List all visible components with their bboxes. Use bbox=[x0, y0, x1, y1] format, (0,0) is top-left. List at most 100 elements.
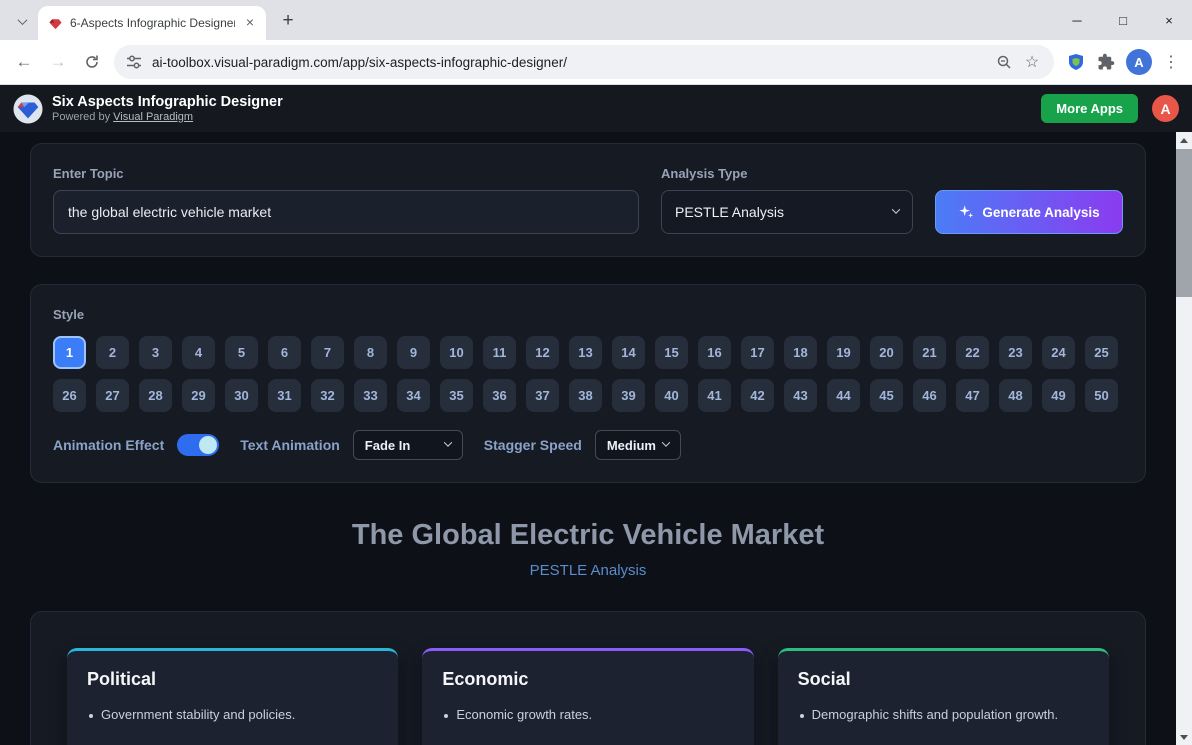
more-apps-button[interactable]: More Apps bbox=[1041, 94, 1138, 123]
new-tab-button[interactable]: + bbox=[274, 7, 302, 35]
style-option-11[interactable]: 11 bbox=[483, 336, 516, 369]
style-option-24[interactable]: 24 bbox=[1042, 336, 1075, 369]
style-option-47[interactable]: 47 bbox=[956, 379, 989, 412]
scrollbar[interactable] bbox=[1176, 132, 1192, 745]
aspect-item: Government stability and policies. bbox=[87, 707, 378, 722]
stagger-speed-select[interactable]: Medium bbox=[595, 430, 681, 460]
style-option-12[interactable]: 12 bbox=[526, 336, 559, 369]
style-option-29[interactable]: 29 bbox=[182, 379, 215, 412]
style-option-16[interactable]: 16 bbox=[698, 336, 731, 369]
address-bar[interactable]: ai-toolbox.visual-paradigm.com/app/six-a… bbox=[114, 45, 1054, 79]
style-option-41[interactable]: 41 bbox=[698, 379, 731, 412]
close-button[interactable]: × bbox=[1146, 0, 1192, 40]
style-option-34[interactable]: 34 bbox=[397, 379, 430, 412]
style-option-23[interactable]: 23 bbox=[999, 336, 1032, 369]
style-option-38[interactable]: 38 bbox=[569, 379, 602, 412]
style-option-21[interactable]: 21 bbox=[913, 336, 946, 369]
style-option-22[interactable]: 22 bbox=[956, 336, 989, 369]
style-option-20[interactable]: 20 bbox=[870, 336, 903, 369]
powered-by-link[interactable]: Visual Paradigm bbox=[113, 111, 193, 123]
tab-close-icon[interactable]: × bbox=[242, 15, 258, 31]
minimize-button[interactable]: ─ bbox=[1054, 0, 1100, 40]
style-option-17[interactable]: 17 bbox=[741, 336, 774, 369]
aspect-title: Political bbox=[87, 669, 378, 690]
style-option-48[interactable]: 48 bbox=[999, 379, 1032, 412]
style-option-42[interactable]: 42 bbox=[741, 379, 774, 412]
app-user-avatar[interactable]: A bbox=[1152, 95, 1179, 122]
browser-tab[interactable]: 6-Aspects Infographic Designer × bbox=[38, 6, 266, 40]
analysis-type-label: Analysis Type bbox=[661, 166, 913, 181]
analysis-type-select[interactable]: PESTLE Analysis bbox=[661, 190, 913, 234]
style-option-9[interactable]: 9 bbox=[397, 336, 430, 369]
style-option-43[interactable]: 43 bbox=[784, 379, 817, 412]
style-option-13[interactable]: 13 bbox=[569, 336, 602, 369]
style-option-3[interactable]: 3 bbox=[139, 336, 172, 369]
style-option-36[interactable]: 36 bbox=[483, 379, 516, 412]
page: Enter Topic Analysis Type PESTLE Analysi… bbox=[0, 132, 1192, 745]
style-option-1[interactable]: 1 bbox=[53, 336, 86, 369]
style-option-27[interactable]: 27 bbox=[96, 379, 129, 412]
topic-field-group: Enter Topic bbox=[53, 166, 639, 234]
style-option-28[interactable]: 28 bbox=[139, 379, 172, 412]
topic-input[interactable] bbox=[53, 190, 639, 234]
analysis-type-value: PESTLE Analysis bbox=[675, 204, 784, 220]
style-option-18[interactable]: 18 bbox=[784, 336, 817, 369]
style-option-26[interactable]: 26 bbox=[53, 379, 86, 412]
visual-paradigm-logo-icon bbox=[13, 94, 43, 124]
style-option-50[interactable]: 50 bbox=[1085, 379, 1118, 412]
style-option-39[interactable]: 39 bbox=[612, 379, 645, 412]
aspect-card-social: SocialDemographic shifts and population … bbox=[778, 648, 1109, 745]
style-option-37[interactable]: 37 bbox=[526, 379, 559, 412]
style-option-19[interactable]: 19 bbox=[827, 336, 860, 369]
scroll-up-icon[interactable] bbox=[1176, 132, 1192, 148]
reload-button[interactable] bbox=[76, 46, 108, 78]
generate-analysis-button[interactable]: Generate Analysis bbox=[935, 190, 1123, 234]
extensions-puzzle-icon[interactable] bbox=[1092, 48, 1120, 76]
style-option-45[interactable]: 45 bbox=[870, 379, 903, 412]
style-option-7[interactable]: 7 bbox=[311, 336, 344, 369]
style-option-5[interactable]: 5 bbox=[225, 336, 258, 369]
style-option-2[interactable]: 2 bbox=[96, 336, 129, 369]
aspect-card-economic: EconomicEconomic growth rates. bbox=[422, 648, 753, 745]
site-info-icon[interactable] bbox=[126, 54, 142, 70]
style-option-10[interactable]: 10 bbox=[440, 336, 473, 369]
style-option-44[interactable]: 44 bbox=[827, 379, 860, 412]
text-animation-label: Text Animation bbox=[240, 437, 340, 453]
browser-menu-icon[interactable]: ⋮ bbox=[1158, 48, 1184, 76]
scroll-down-icon[interactable] bbox=[1176, 729, 1192, 745]
browser-profile-avatar[interactable]: A bbox=[1126, 49, 1152, 75]
style-option-4[interactable]: 4 bbox=[182, 336, 215, 369]
style-option-31[interactable]: 31 bbox=[268, 379, 301, 412]
sparkle-icon bbox=[958, 204, 974, 220]
powered-by-prefix: Powered by bbox=[52, 111, 110, 123]
style-option-49[interactable]: 49 bbox=[1042, 379, 1075, 412]
result-title: The Global Electric Vehicle Market bbox=[0, 519, 1176, 552]
style-option-46[interactable]: 46 bbox=[913, 379, 946, 412]
animation-effect-label: Animation Effect bbox=[53, 437, 164, 453]
style-option-35[interactable]: 35 bbox=[440, 379, 473, 412]
animation-effect-toggle[interactable] bbox=[177, 434, 219, 456]
toggle-knob-icon bbox=[199, 436, 217, 454]
text-animation-select[interactable]: Fade In bbox=[353, 430, 463, 460]
powered-by: Powered by Visual Paradigm bbox=[52, 111, 283, 125]
url-text[interactable]: ai-toolbox.visual-paradigm.com/app/six-a… bbox=[152, 55, 986, 70]
tab-search-chevron-icon[interactable] bbox=[8, 7, 36, 35]
maximize-button[interactable]: □ bbox=[1100, 0, 1146, 40]
style-option-25[interactable]: 25 bbox=[1085, 336, 1118, 369]
aspect-item: Demographic shifts and population growth… bbox=[798, 707, 1089, 722]
style-option-6[interactable]: 6 bbox=[268, 336, 301, 369]
bookmark-star-icon[interactable]: ☆ bbox=[1022, 48, 1042, 76]
zoom-icon[interactable] bbox=[996, 54, 1012, 70]
style-option-30[interactable]: 30 bbox=[225, 379, 258, 412]
style-option-32[interactable]: 32 bbox=[311, 379, 344, 412]
style-option-8[interactable]: 8 bbox=[354, 336, 387, 369]
style-option-33[interactable]: 33 bbox=[354, 379, 387, 412]
stagger-speed-label: Stagger Speed bbox=[484, 437, 582, 453]
scrollbar-thumb[interactable] bbox=[1176, 149, 1192, 297]
style-option-15[interactable]: 15 bbox=[655, 336, 688, 369]
aspects-card: Political Government stability and polici… bbox=[30, 611, 1146, 745]
style-option-40[interactable]: 40 bbox=[655, 379, 688, 412]
style-option-14[interactable]: 14 bbox=[612, 336, 645, 369]
back-button[interactable]: ← bbox=[8, 46, 40, 78]
extension-shield-icon[interactable] bbox=[1062, 48, 1090, 76]
